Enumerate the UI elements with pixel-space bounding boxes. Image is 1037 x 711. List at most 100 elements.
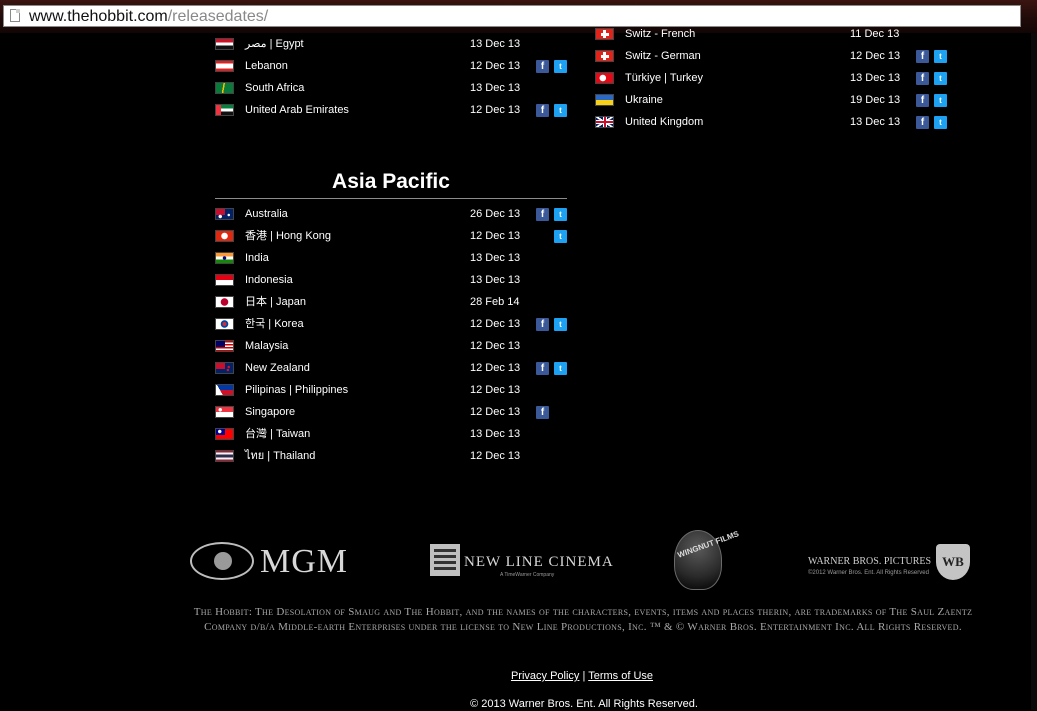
india-flag-icon [215,252,234,264]
release-date: 13 Dec 13 [470,252,521,264]
facebook-icon[interactable]: f [536,208,549,221]
twitter-icon[interactable]: t [554,208,567,221]
release-row: Indonesia 13 Dec 13 [215,269,568,291]
release-row: United Arab Emirates 12 Dec 13 f t [215,99,568,121]
country-name: Indonesia [245,274,293,286]
url-host: www.thehobbit.com [29,8,168,25]
wb-shield-icon: WB [936,544,970,580]
hong-kong-flag-icon [215,230,234,242]
country-name: Türkiye | Turkey [625,72,704,84]
scrollbar[interactable] [1031,33,1037,710]
facebook-icon[interactable]: f [536,362,549,375]
japan-flag-icon [215,296,234,308]
release-date: 28 Feb 14 [470,296,520,308]
asia-pacific-heading: Asia Pacific [332,170,450,193]
facebook-icon[interactable]: f [916,72,929,85]
release-row: South Africa 13 Dec 13 [215,77,568,99]
twitter-icon[interactable]: t [554,104,567,117]
warner-bros-logo: WARNER BROS. PICTURES ©2012 Warner Bros.… [806,542,974,582]
footer-separator: | [582,670,586,682]
swiss-flag-icon [595,28,614,40]
country-name: Pilipinas | Philippines [245,384,349,396]
release-date: 19 Dec 13 [850,94,901,106]
release-row: 香港 | Hong Kong 12 Dec 13 t [215,225,568,247]
country-name: 日本 | Japan [245,296,306,308]
film-strip-icon [430,544,460,576]
new-zealand-flag-icon [215,362,234,374]
release-date: 13 Dec 13 [850,72,901,84]
twitter-icon[interactable]: t [554,60,567,73]
country-name: 香港 | Hong Kong [245,230,332,242]
release-row: United Kingdom 13 Dec 13 f t [595,111,948,133]
release-row: Singapore 12 Dec 13 f [215,401,568,423]
release-row: Ukraine 19 Dec 13 f t [595,89,948,111]
twitter-icon[interactable]: t [934,50,947,63]
mgm-logo: MGM [188,540,356,582]
release-date: 12 Dec 13 [470,340,521,352]
country-name: Australia [245,208,288,220]
release-date: 12 Dec 13 [470,60,521,72]
country-name: Singapore [245,406,296,418]
philippines-flag-icon [215,384,234,396]
country-name: United Kingdom [625,116,704,128]
release-date: 11 Dec 13 [850,28,900,40]
country-name: Switz - German [625,50,701,62]
release-row: Pilipinas | Philippines 12 Dec 13 [215,379,568,401]
release-row: India 13 Dec 13 [215,247,568,269]
facebook-icon[interactable]: f [916,50,929,63]
release-row: Türkiye | Turkey 13 Dec 13 f t [595,67,948,89]
facebook-icon[interactable]: f [536,406,549,419]
twitter-icon[interactable]: t [934,116,947,129]
wingnut-films-logo: WINGNUT FILMS [668,529,740,592]
release-date: 12 Dec 13 [850,50,901,62]
heading-divider [215,198,567,199]
privacy-policy-link[interactable]: Privacy Policy [511,670,579,682]
terms-of-use-link[interactable]: Terms of Use [588,670,653,682]
facebook-icon[interactable]: f [916,116,929,129]
country-name: مصر | Egypt [245,38,304,50]
twitter-icon[interactable]: t [934,72,947,85]
country-name: Malaysia [245,340,289,352]
release-date: 13 Dec 13 [470,274,521,286]
country-name: ไทย | Thailand [245,450,316,462]
release-date: 12 Dec 13 [470,318,521,330]
facebook-icon[interactable]: f [916,94,929,107]
release-date: 13 Dec 13 [470,82,521,94]
release-row: 台灣 | Taiwan 13 Dec 13 [215,423,568,445]
release-date: 12 Dec 13 [470,384,521,396]
swiss-flag-icon [595,50,614,62]
release-row: Lebanon 12 Dec 13 f t [215,55,568,77]
url-text[interactable]: www.thehobbit.com/releasedates/ [29,7,268,27]
new-line-logo-subtext: A TimeWarner Company [500,572,555,578]
warner-logo-subtext: ©2012 Warner Bros. Ent. All Rights Reser… [808,570,929,576]
country-name: Switz - French [625,28,696,40]
country-name: New Zealand [245,362,310,374]
release-date: 12 Dec 13 [470,406,521,418]
release-row: ไทย | Thailand 12 Dec 13 [215,445,568,467]
indonesia-flag-icon [215,274,234,286]
turkey-flag-icon [595,72,614,84]
singapore-flag-icon [215,406,234,418]
facebook-icon[interactable]: f [536,60,549,73]
release-date: 13 Dec 13 [470,38,521,50]
facebook-icon[interactable]: f [536,104,549,117]
country-name: India [245,252,269,264]
facebook-icon[interactable]: f [536,318,549,331]
release-row: 한국 | Korea 12 Dec 13 f t [215,313,568,335]
twitter-icon[interactable]: t [554,230,567,243]
release-date: 13 Dec 13 [470,428,521,440]
twitter-icon[interactable]: t [554,318,567,331]
release-row: Malaysia 12 Dec 13 [215,335,568,357]
release-row: Switz - French 11 Dec 13 [595,23,948,45]
country-name: 한국 | Korea [245,318,304,330]
url-path: /releasedates/ [167,8,269,25]
country-name: United Arab Emirates [245,104,349,116]
release-date: 12 Dec 13 [470,230,521,242]
lebanon-flag-icon [215,60,234,72]
korea-flag-icon [215,318,234,330]
new-line-logo-text: NEW LINE CINEMA [464,554,614,570]
country-name: Ukraine [625,94,663,106]
twitter-icon[interactable]: t [554,362,567,375]
release-row: Switz - German 12 Dec 13 f t [595,45,948,67]
twitter-icon[interactable]: t [934,94,947,107]
